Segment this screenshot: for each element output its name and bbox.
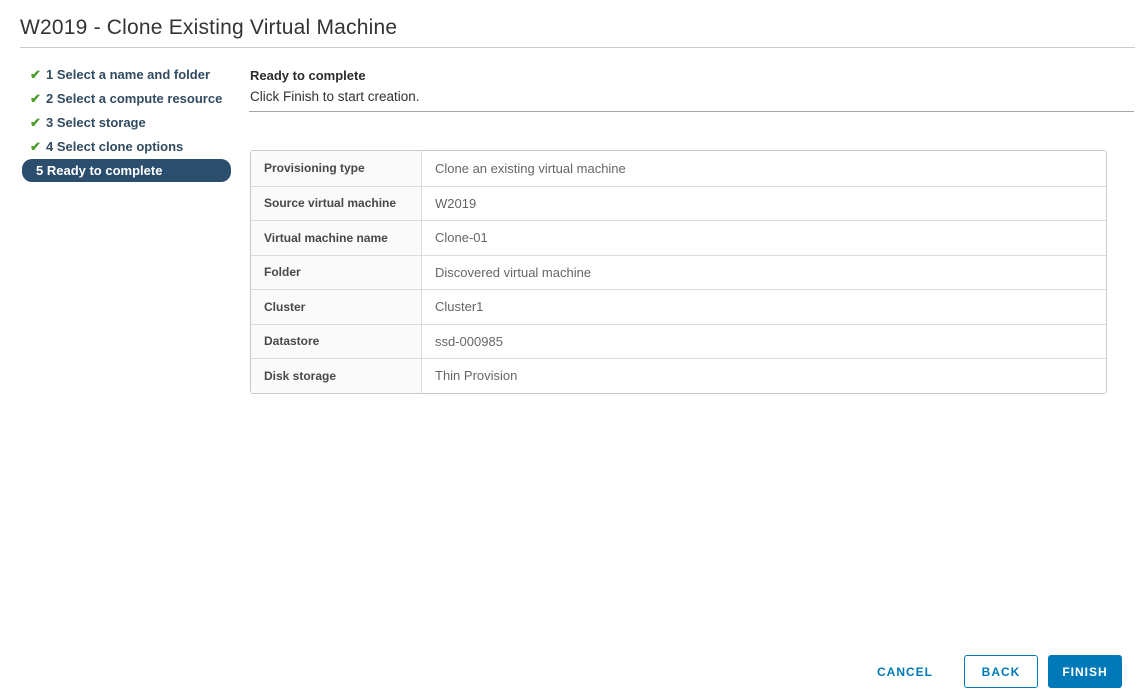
check-icon: ✔ (30, 138, 41, 154)
wizard-step-label: 5 Ready to complete (36, 163, 163, 178)
back-button[interactable]: BACK (964, 655, 1038, 688)
step-subheading: Click Finish to start creation. (250, 89, 420, 104)
summary-label: Virtual machine name (251, 221, 422, 255)
wizard-step-4[interactable]: ✔ 4 Select clone options (22, 134, 231, 158)
wizard-step-label: 1 Select a name and folder (46, 66, 211, 82)
summary-table: Provisioning type Clone an existing virtu… (250, 150, 1107, 394)
wizard-step-label: 2 Select a compute resource (46, 90, 223, 106)
summary-value: Discovered virtual machine (435, 264, 592, 280)
summary-label: Disk storage (251, 359, 422, 393)
summary-value: Clone an existing virtual machine (435, 160, 626, 176)
summary-row: Source virtual machine W2019 (251, 185, 1106, 220)
summary-row: Datastore ssd-000985 (251, 323, 1106, 358)
summary-row: Folder Discovered virtual machine (251, 254, 1106, 289)
summary-value: ssd-000985 (435, 333, 503, 349)
wizard-step-1[interactable]: ✔ 1 Select a name and folder (22, 62, 231, 86)
check-icon: ✔ (30, 90, 41, 106)
summary-value: Thin Provision (435, 368, 518, 384)
summary-value: Cluster1 (435, 299, 484, 315)
summary-label: Datastore (251, 324, 422, 358)
content-divider (249, 111, 1134, 112)
summary-label: Source virtual machine (251, 186, 422, 220)
summary-label: Provisioning type (251, 151, 422, 186)
summary-row: Cluster Cluster1 (251, 289, 1106, 324)
wizard-step-list: ✔ 1 Select a name and folder ✔ 2 Select a c… (22, 62, 231, 182)
cancel-button[interactable]: CANCEL (873, 665, 937, 679)
summary-label: Cluster (251, 290, 422, 324)
summary-value: W2019 (435, 195, 477, 211)
summary-label: Folder (251, 255, 422, 289)
summary-row: Virtual machine name Clone-01 (251, 220, 1106, 255)
step-heading: Ready to complete (250, 68, 366, 83)
check-icon: ✔ (30, 66, 41, 82)
check-icon: ✔ (30, 114, 41, 130)
page-title: W2019 - Clone Existing Virtual Machine (20, 16, 398, 39)
footer-actions: CANCEL BACK FINISH (873, 655, 1122, 688)
title-divider (20, 47, 1135, 48)
wizard-step-3[interactable]: ✔ 3 Select storage (22, 110, 231, 134)
wizard-step-2[interactable]: ✔ 2 Select a compute resource (22, 86, 231, 110)
finish-button[interactable]: FINISH (1048, 655, 1122, 688)
summary-value: Clone-01 (435, 230, 488, 246)
summary-row: Provisioning type Clone an existing virtu… (251, 151, 1106, 186)
wizard-step-label: 4 Select clone options (46, 138, 184, 154)
summary-row: Disk storage Thin Provision (251, 358, 1106, 393)
wizard-step-label: 3 Select storage (46, 114, 146, 130)
wizard-step-5[interactable]: 5 Ready to complete (22, 159, 231, 182)
